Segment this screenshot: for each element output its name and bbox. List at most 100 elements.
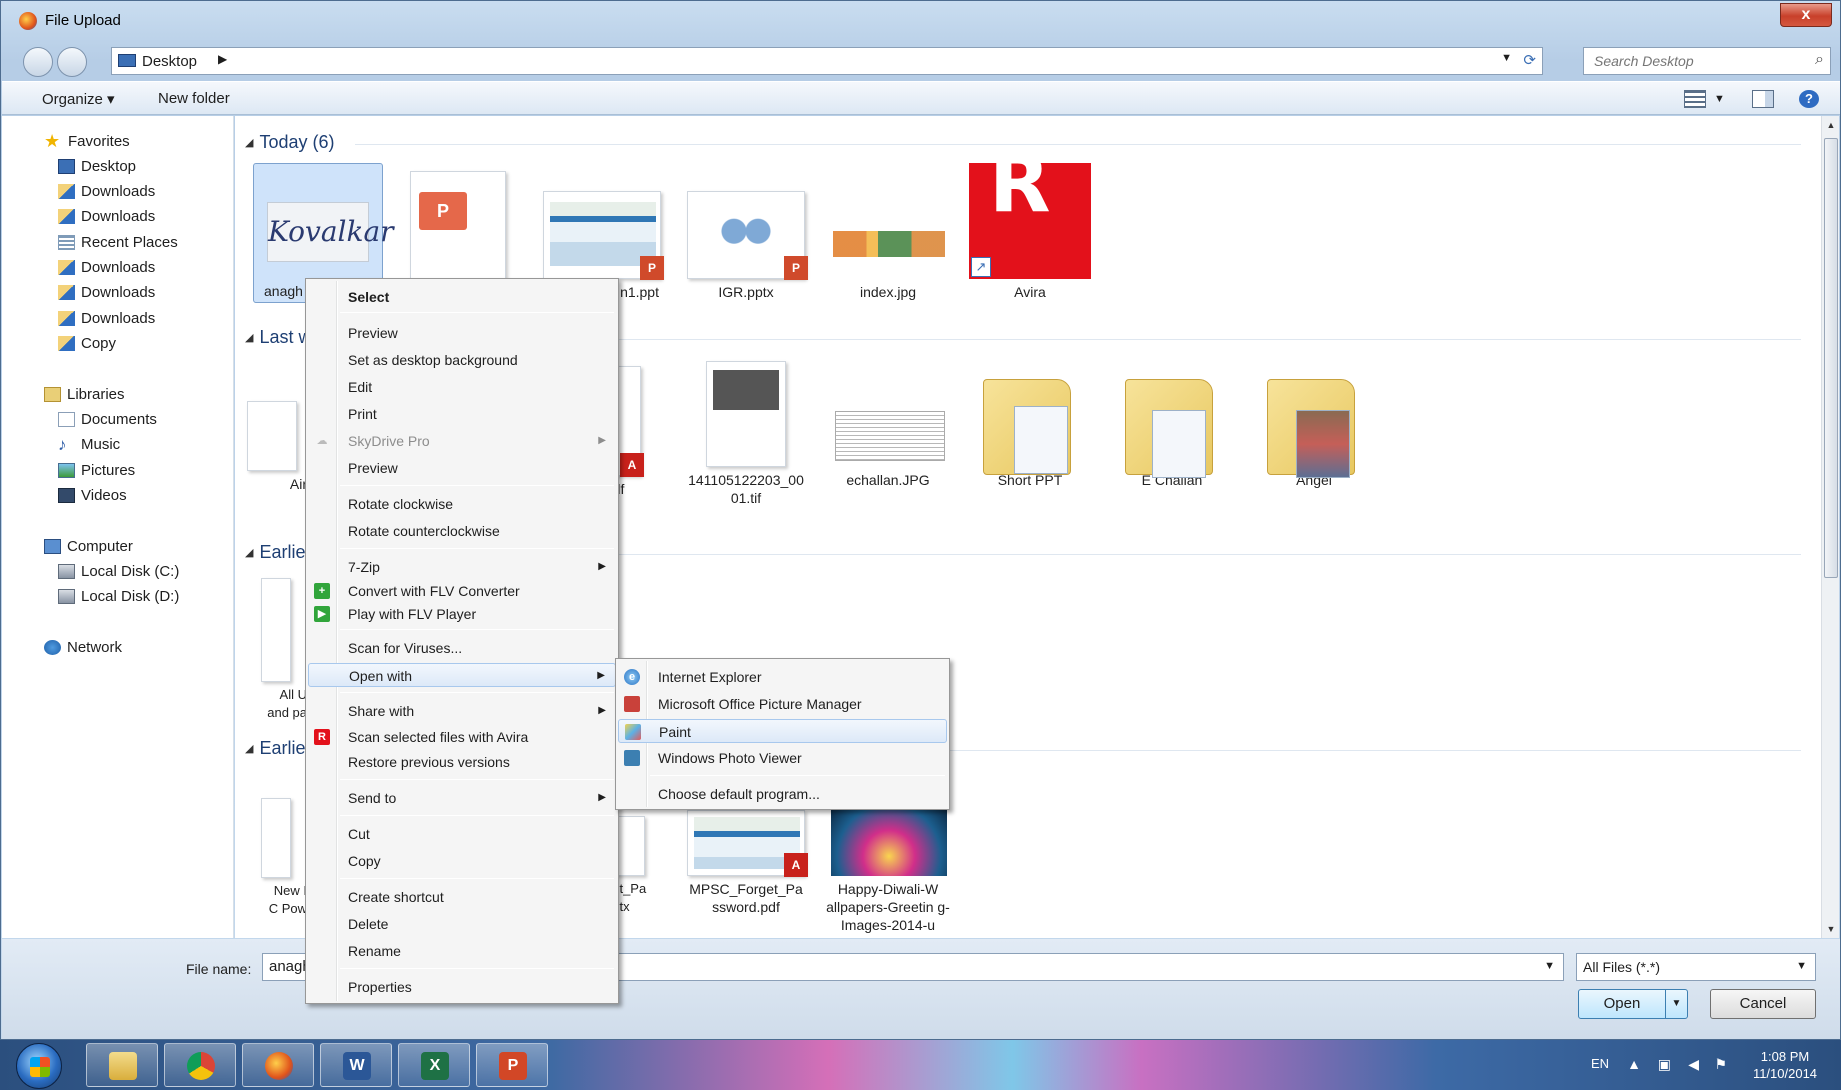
view-options-icon[interactable] [1684, 90, 1706, 108]
nav-item-music[interactable]: ♪ Music [58, 436, 120, 453]
menu-item-print[interactable]: Print [308, 402, 616, 426]
language-indicator[interactable]: EN [1591, 1056, 1609, 1071]
nav-computer[interactable]: Computer [44, 538, 133, 555]
file-tile-echallan-jpg[interactable]: echallan.JPG [823, 361, 953, 489]
search-icon[interactable]: ⌕ [1815, 51, 1824, 69]
taskbar-powerpoint[interactable]: P [476, 1043, 548, 1087]
menu-item-set-desktop-background[interactable]: Set as desktop background [308, 348, 616, 372]
nav-libraries[interactable]: Libraries [44, 386, 125, 403]
nav-item-videos[interactable]: Videos [58, 487, 127, 504]
menu-item-scan-avira[interactable]: R Scan selected files with Avira [308, 725, 616, 749]
nav-item-pictures[interactable]: Pictures [58, 462, 135, 479]
open-button[interactable]: Open ▼ [1578, 989, 1688, 1019]
nav-item-downloads[interactable]: Downloads [58, 259, 155, 276]
show-hidden-icons-icon[interactable]: ▲ [1627, 1056, 1641, 1072]
file-tile-all-u[interactable]: All U and pa [261, 578, 307, 722]
menu-item-properties[interactable]: Properties [308, 975, 616, 999]
nav-item-desktop[interactable]: Desktop [58, 158, 136, 175]
menu-item-play-flv[interactable]: ▶ Play with FLV Player [308, 602, 616, 626]
file-tile-tif[interactable]: 141105122203_00 01.tif [681, 361, 811, 507]
nav-item-downloads[interactable]: Downloads [58, 183, 155, 200]
menu-item-rotate-clockwise[interactable]: Rotate clockwise [308, 492, 616, 516]
chevron-down-icon[interactable]: ▼ [1796, 960, 1807, 972]
taskbar-excel[interactable]: X [398, 1043, 470, 1087]
nav-item-copy[interactable]: Copy [58, 335, 116, 352]
volume-icon[interactable]: ◀ [1688, 1056, 1699, 1073]
search-input[interactable] [1592, 49, 1792, 73]
group-header-last-week[interactable]: ◢ Last w [245, 327, 312, 348]
nav-item-recent-places[interactable]: Recent Places [58, 234, 178, 251]
menu-item-select[interactable]: Select [308, 285, 616, 309]
taskbar-firefox[interactable] [242, 1043, 314, 1087]
nav-item-downloads[interactable]: Downloads [58, 284, 155, 301]
scrollbar-thumb[interactable] [1824, 138, 1838, 578]
preview-pane-icon[interactable] [1752, 90, 1774, 108]
file-tile-angel[interactable]: Angel [1249, 361, 1379, 489]
open-dropdown-icon[interactable]: ▼ [1665, 990, 1687, 1018]
back-button[interactable] [23, 47, 53, 77]
menu-item-preview[interactable]: Preview [308, 321, 616, 345]
menu-item-cut[interactable]: Cut [308, 822, 616, 846]
organize-button[interactable]: Organize ▾ [42, 90, 115, 108]
view-dropdown-icon[interactable]: ▼ [1714, 93, 1725, 105]
menu-item-7zip[interactable]: 7-Zip ▶ [308, 555, 616, 579]
close-button[interactable]: x [1780, 3, 1832, 27]
new-folder-button[interactable]: New folder [158, 90, 230, 107]
collapse-icon[interactable]: ◢ [245, 137, 253, 149]
chevron-down-icon[interactable]: ▼ [1544, 960, 1555, 972]
taskbar-word[interactable]: W [320, 1043, 392, 1087]
file-type-select[interactable]: All Files (*.*) ▼ [1576, 953, 1816, 981]
menu-item-share-with[interactable]: Share with ▶ [308, 699, 616, 723]
scroll-down-icon[interactable]: ▼ [1822, 920, 1840, 938]
nav-network[interactable]: Network [44, 639, 122, 656]
search-box[interactable]: ⌕ [1583, 47, 1831, 75]
network-status-icon[interactable]: ⚑ [1714, 1056, 1727, 1073]
nav-favorites[interactable]: ★ Favorites [44, 132, 130, 150]
vertical-scrollbar[interactable]: ▲ ▼ [1821, 116, 1839, 938]
forward-button[interactable] [57, 47, 87, 77]
clock[interactable]: 1:08 PM 11/10/2014 [1743, 1048, 1827, 1082]
menu-item-skydrive-pro[interactable]: ☁ SkyDrive Pro ▶ [308, 429, 616, 453]
breadcrumb-desktop[interactable]: Desktop [142, 53, 197, 70]
menu-item-picture-manager[interactable]: Microsoft Office Picture Manager [618, 692, 947, 716]
file-tile-index-jpg[interactable]: index.jpg [823, 191, 953, 301]
taskbar-chrome[interactable] [164, 1043, 236, 1087]
menu-item-create-shortcut[interactable]: Create shortcut [308, 885, 616, 909]
menu-item-choose-default-program[interactable]: Choose default program... [618, 782, 947, 806]
menu-item-convert-flv[interactable]: + Convert with FLV Converter [308, 579, 616, 603]
file-tile-powerpoint[interactable]: P [393, 171, 523, 289]
menu-item-open-with[interactable]: Open with ▶ [308, 663, 616, 687]
menu-item-scan-viruses[interactable]: Scan for Viruses... [308, 636, 616, 660]
nav-item-local-disk-d[interactable]: Local Disk (D:) [58, 588, 179, 605]
file-tile-happy-diwali[interactable]: Happy-Diwali-W allpapers-Greetin g-Image… [823, 810, 953, 934]
file-tile-e-challan[interactable]: E Challan [1107, 361, 1237, 489]
menu-item-paint[interactable]: Paint [618, 719, 947, 743]
menu-item-restore-previous-versions[interactable]: Restore previous versions [308, 750, 616, 774]
action-center-icon[interactable]: ▣ [1658, 1056, 1671, 1073]
menu-item-copy[interactable]: Copy [308, 849, 616, 873]
scroll-up-icon[interactable]: ▲ [1822, 116, 1840, 134]
menu-item-windows-photo-viewer[interactable]: Windows Photo Viewer [618, 746, 947, 770]
file-tile-mpsc-pdf[interactable]: A MPSC_Forget_Pa ssword.pdf [681, 810, 811, 916]
file-tile-air[interactable]: Air [247, 401, 307, 493]
nav-item-downloads[interactable]: Downloads [58, 310, 155, 327]
nav-item-documents[interactable]: Documents [58, 411, 157, 428]
menu-item-rename[interactable]: Rename [308, 939, 616, 963]
file-tile-new[interactable]: New I C Pow [261, 798, 307, 918]
collapse-icon[interactable]: ◢ [245, 743, 253, 755]
nav-item-downloads[interactable]: Downloads [58, 208, 155, 225]
group-header-today[interactable]: ◢ Today (6) [245, 132, 335, 153]
address-bar[interactable]: Desktop ▶ ▼ ⟳ [111, 47, 1543, 75]
menu-item-rotate-counterclockwise[interactable]: Rotate counterclockwise [308, 519, 616, 543]
menu-item-internet-explorer[interactable]: e Internet Explorer [618, 665, 947, 689]
taskbar-explorer[interactable] [86, 1043, 158, 1087]
breadcrumb-arrow-icon[interactable]: ▶ [218, 52, 227, 66]
address-dropdown-icon[interactable]: ▼ [1501, 52, 1512, 64]
group-header-earlier[interactable]: ◢ Earlie [245, 542, 306, 563]
menu-item-preview-2[interactable]: Preview [308, 456, 616, 480]
menu-item-edit[interactable]: Edit [308, 375, 616, 399]
menu-item-delete[interactable]: Delete [308, 912, 616, 936]
menu-item-send-to[interactable]: Send to ▶ [308, 786, 616, 810]
collapse-icon[interactable]: ◢ [245, 547, 253, 559]
refresh-icon[interactable]: ⟳ [1523, 51, 1536, 69]
